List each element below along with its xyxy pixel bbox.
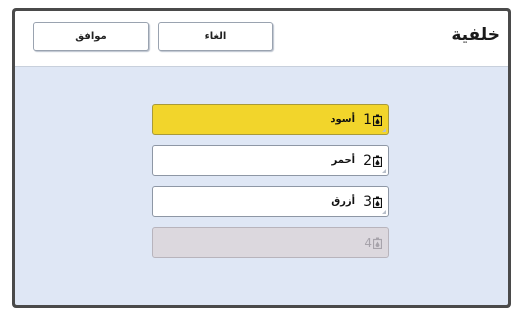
drum-option-1[interactable]: أسود 1 bbox=[152, 104, 389, 135]
corner-mark bbox=[382, 169, 386, 173]
ink-bottle-icon bbox=[373, 114, 382, 126]
ok-button[interactable]: موافق bbox=[33, 22, 149, 51]
corner-mark bbox=[382, 128, 386, 132]
device-frame: موافق الغاء خلفية أسود 1 أحمر 2 أزرق 3 4 bbox=[12, 8, 511, 308]
drum-option-label: أزرق bbox=[331, 196, 356, 207]
drum-number: 3 bbox=[363, 193, 372, 210]
ink-bottle-icon bbox=[373, 155, 382, 167]
cancel-button[interactable]: الغاء bbox=[158, 22, 273, 51]
drum-number: 4 bbox=[364, 235, 372, 250]
ok-button-label: موافق bbox=[75, 31, 107, 42]
header-bar: موافق الغاء خلفية bbox=[15, 11, 508, 67]
cancel-button-label: الغاء bbox=[204, 31, 227, 42]
ink-bottle-icon bbox=[373, 237, 382, 249]
drum-option-label: أسود bbox=[330, 114, 356, 125]
drum-option-2[interactable]: أحمر 2 bbox=[152, 145, 389, 176]
drum-option-label: أحمر bbox=[331, 155, 356, 166]
drum-option-3[interactable]: أزرق 3 bbox=[152, 186, 389, 217]
page-title: خلفية bbox=[451, 25, 500, 45]
corner-mark bbox=[382, 210, 386, 214]
ink-bottle-icon bbox=[373, 196, 382, 208]
drum-option-4: 4 bbox=[152, 227, 389, 258]
drum-number: 2 bbox=[363, 152, 372, 169]
drum-number: 1 bbox=[363, 111, 372, 128]
panel-screen: موافق الغاء خلفية أسود 1 أحمر 2 أزرق 3 4 bbox=[15, 11, 508, 305]
